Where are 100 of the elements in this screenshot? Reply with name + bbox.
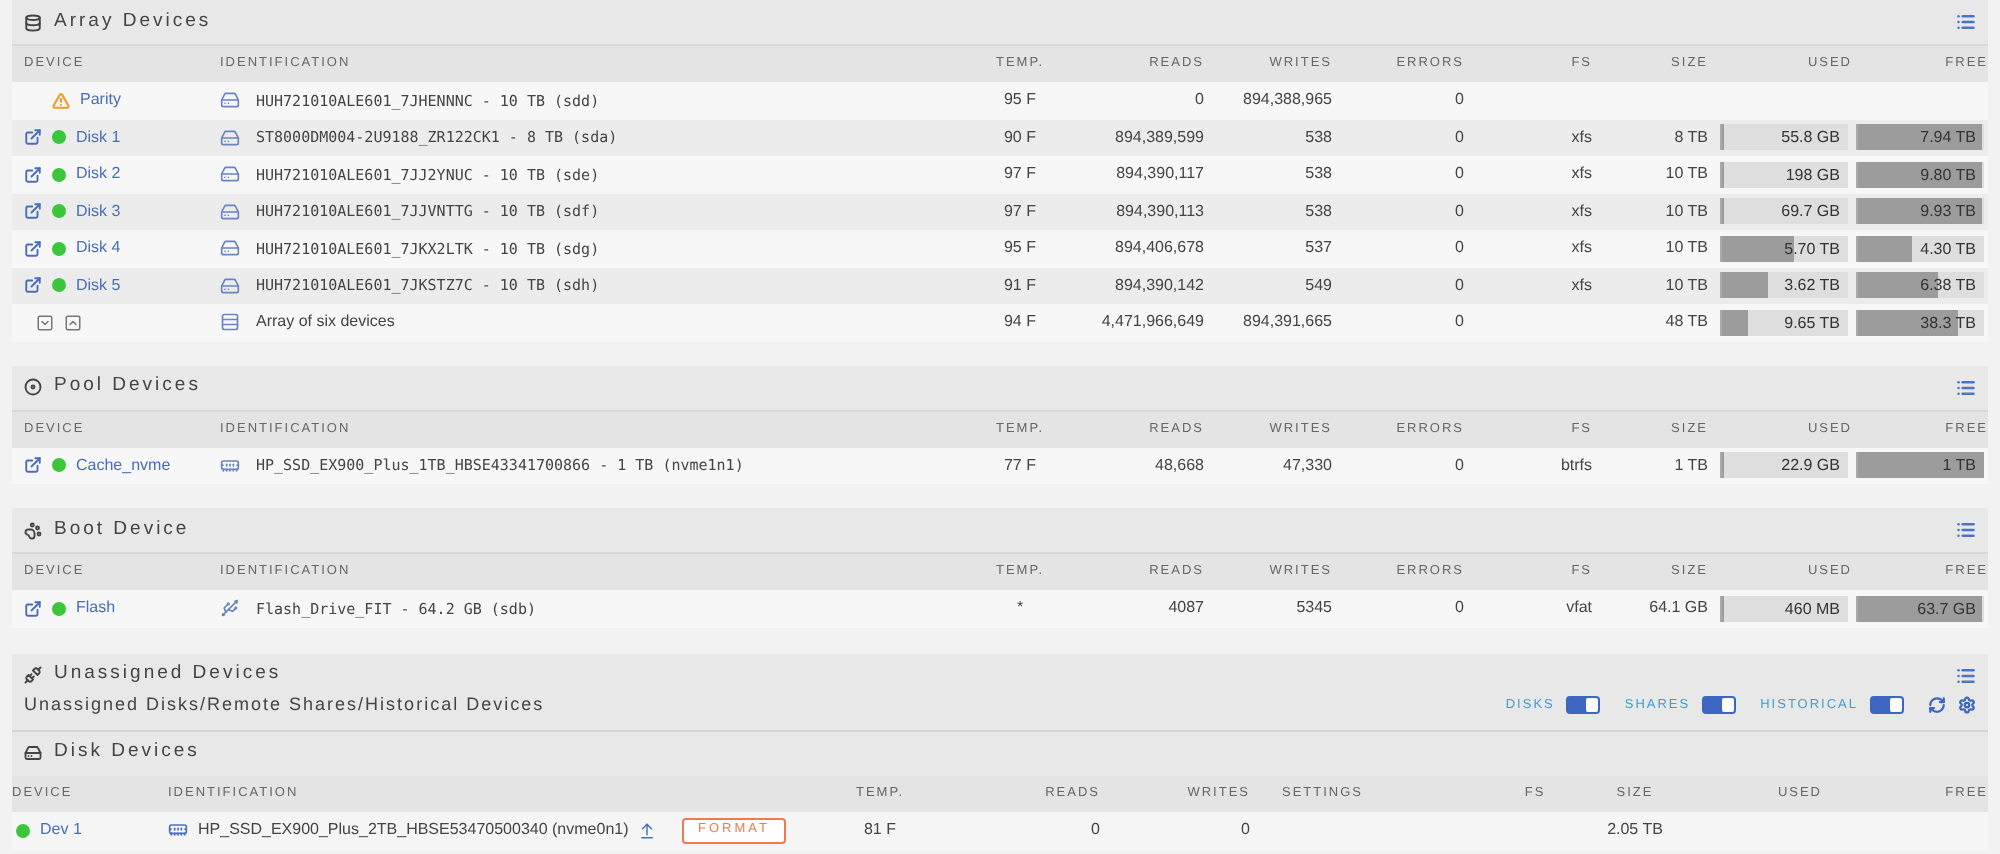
table-cell-text: 894,391,665: [1241, 310, 1332, 335]
table-cell-text: 81 F: [861, 818, 898, 842]
usage-value: 4.30 TB: [1918, 237, 1978, 262]
usage-value: 55.8 GB: [1779, 126, 1842, 151]
table-cell-text: 2.05 TB: [1605, 818, 1665, 842]
list-view-icon[interactable]: [1956, 520, 1976, 540]
table-cell-text: 0: [1239, 818, 1250, 842]
section-icon: [24, 521, 42, 539]
table-cell-text: 95 F: [1001, 88, 1038, 113]
table-cell-text: xfs: [1569, 273, 1594, 298]
table-cell-text: 97 F: [1001, 162, 1038, 187]
eject-icon[interactable]: [638, 821, 657, 839]
table-cell-text: 0: [1453, 162, 1466, 187]
usage-value: 22.9 GB: [1779, 454, 1842, 479]
table-cell-text: 10 TB: [1663, 236, 1710, 261]
expand-button[interactable]: [64, 313, 82, 332]
table-cell-text: 0: [1453, 199, 1466, 224]
device-link[interactable]: Disk 2: [76, 162, 121, 187]
table-cell-text: 48,668: [1153, 453, 1204, 478]
table-cell-text: 0: [1453, 453, 1466, 478]
device-link[interactable]: Parity: [80, 88, 121, 113]
usage-value: 3.62 TB: [1782, 274, 1842, 299]
section-title: Unassigned Devices: [54, 660, 282, 689]
list-view-icon[interactable]: [1956, 12, 1976, 32]
table-cell-text: 0: [1453, 88, 1466, 113]
table-cell-text: 0: [1193, 88, 1204, 113]
table-cell-text: xfs: [1569, 162, 1594, 187]
table-cell-text: 10 TB: [1663, 199, 1710, 224]
open-link-icon[interactable]: [24, 276, 42, 295]
open-link-icon[interactable]: [24, 165, 42, 184]
device-link[interactable]: Disk 3: [76, 199, 121, 224]
device-link[interactable]: Disk 1: [76, 125, 121, 150]
device-link[interactable]: Cache_nvme: [76, 453, 171, 478]
toggle-switch[interactable]: [1702, 696, 1737, 714]
table-cell-text: 538: [1303, 125, 1332, 150]
table-cell-text: 94 F: [1001, 310, 1038, 335]
section-icon: [24, 744, 42, 762]
toggle-switch[interactable]: [1870, 696, 1904, 714]
table-cell-text: 95 F: [1001, 236, 1038, 261]
table-cell-text: vfat: [1564, 596, 1594, 621]
device-link[interactable]: Disk 4: [76, 236, 121, 261]
table-cell-text: 0: [1453, 125, 1466, 150]
table-cell-text: 47,330: [1281, 453, 1332, 478]
refresh-icon[interactable]: [1928, 696, 1946, 714]
usage-value: 9.65 TB: [1782, 311, 1842, 336]
collapse-button[interactable]: [36, 313, 54, 332]
table-cell-text: 4087: [1166, 596, 1204, 621]
table-cell-text: 10 TB: [1663, 162, 1710, 187]
table-cell-text: 8 TB: [1672, 125, 1710, 150]
table-cell-text: 0: [1453, 310, 1466, 335]
table-cell-text: 537: [1303, 236, 1332, 261]
usage-value: 1 TB: [1940, 454, 1978, 479]
open-link-icon[interactable]: [24, 128, 42, 147]
open-link-icon[interactable]: [24, 599, 42, 618]
table-cell-text: btrfs: [1558, 453, 1594, 478]
section-icon: [24, 666, 42, 684]
table-cell-text: 538: [1303, 199, 1332, 224]
table-cell-text: xfs: [1569, 236, 1594, 261]
settings-icon[interactable]: [1958, 696, 1976, 714]
table-cell-text: 0: [1089, 818, 1100, 842]
toggle-switch[interactable]: [1566, 696, 1601, 714]
table-cell-text: xfs: [1569, 125, 1594, 150]
device-link[interactable]: Disk 5: [76, 273, 121, 298]
table-cell-text: 97 F: [1001, 199, 1038, 224]
identification-text: Array of six devices: [256, 310, 395, 335]
identification-text: HP_SSD_EX900_Plus_2TB_HBSE53470500340 (nvme0n1): [198, 818, 629, 842]
section-subtitle: Unassigned Disks/Remote Shares/Historical Devices: [24, 691, 545, 718]
table-cell-text: 90 F: [1001, 125, 1038, 150]
table-cell-text: 549: [1303, 273, 1332, 298]
table-cell-text: 64.1 GB: [1647, 596, 1710, 621]
usage-value: 5.70 TB: [1782, 237, 1842, 262]
section-title: Disk Devices: [54, 738, 200, 767]
table-cell-text: 0: [1453, 273, 1466, 298]
usage-value: 38.3 TB: [1918, 311, 1978, 336]
section-icon: [24, 13, 42, 31]
table-cell-text: 10 TB: [1663, 273, 1710, 298]
section-icon: [24, 378, 42, 396]
list-view-icon[interactable]: [1956, 377, 1976, 397]
list-view-icon[interactable]: [1956, 665, 1976, 685]
device-link[interactable]: Dev 1: [40, 818, 82, 842]
table-cell-text: 91 F: [1001, 273, 1038, 298]
table-cell-text: 894,390,142: [1113, 273, 1204, 298]
usage-value: 9.93 TB: [1918, 200, 1978, 225]
open-link-icon[interactable]: [24, 202, 42, 221]
table-cell-text: 894,388,965: [1241, 88, 1332, 113]
open-link-icon[interactable]: [24, 239, 42, 258]
section-title: Array Devices: [54, 7, 212, 36]
table-cell-text: 77 F: [1001, 453, 1038, 478]
section-title: Boot Device: [54, 515, 190, 544]
table-cell-text: xfs: [1569, 199, 1594, 224]
open-link-icon[interactable]: [24, 456, 42, 475]
table-cell-text: 894,406,678: [1113, 236, 1204, 261]
usage-value: 7.94 TB: [1918, 126, 1978, 151]
table-cell-text: 0: [1453, 596, 1466, 621]
device-link[interactable]: Flash: [76, 596, 116, 621]
usage-value: 69.7 GB: [1779, 200, 1842, 225]
table-cell-text: 5345: [1294, 596, 1332, 621]
table-cell-text: 538: [1303, 162, 1332, 187]
usage-value: 9.80 TB: [1918, 163, 1978, 188]
table-cell-text: 894,390,113: [1114, 199, 1204, 224]
